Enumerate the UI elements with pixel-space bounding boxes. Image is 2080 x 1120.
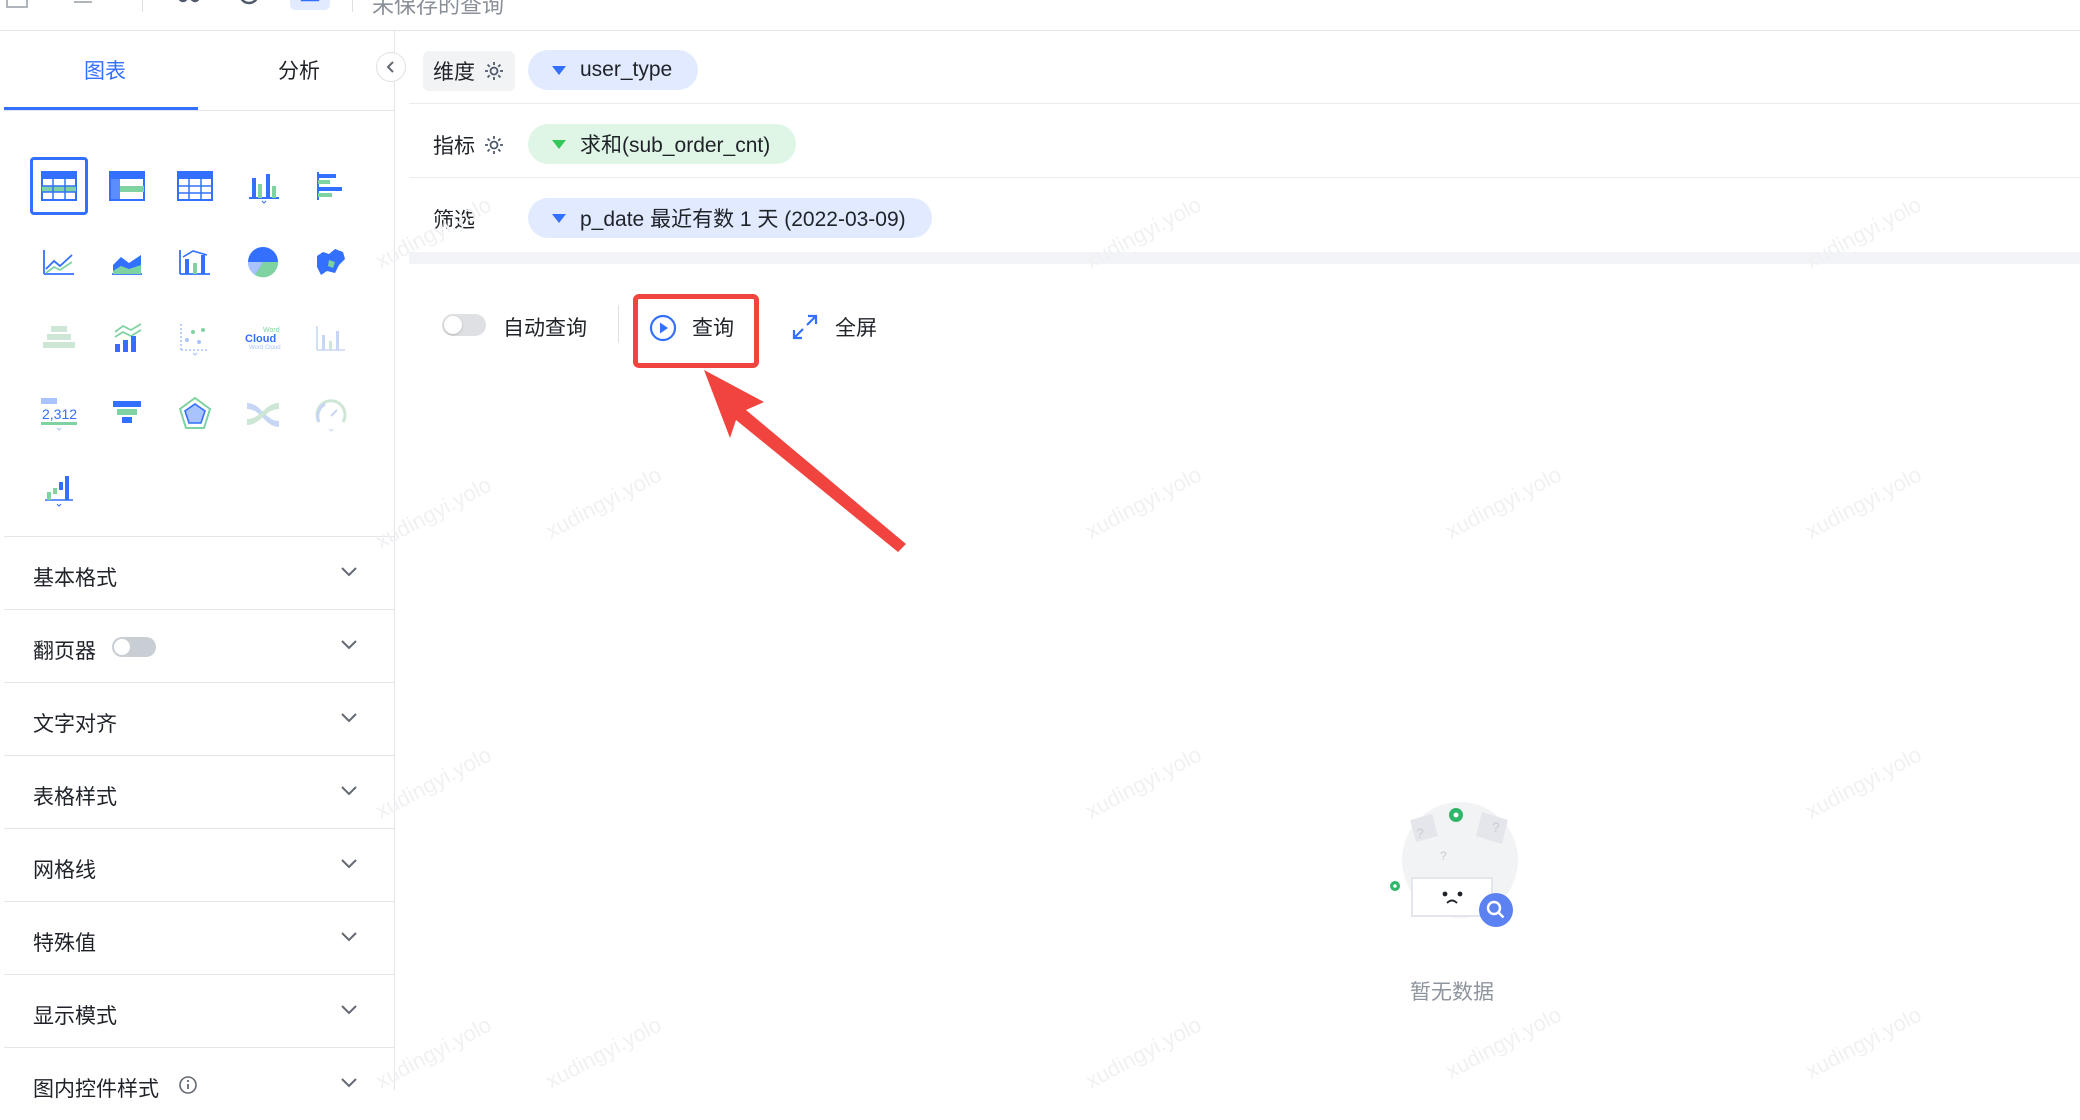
chevron-down-icon	[341, 640, 357, 650]
toolbar-divider	[352, 0, 353, 12]
chevron-left-icon	[386, 61, 394, 73]
annotation-arrow	[704, 370, 906, 552]
chevron-down-icon	[341, 1078, 357, 1088]
svg-text:Cloud: Cloud	[245, 333, 276, 345]
section-text-align[interactable]: 文字对齐	[4, 682, 394, 755]
dimension-field-pill[interactable]: user_type	[528, 50, 699, 90]
table-chart-icon[interactable]	[30, 157, 88, 215]
section-basic-format[interactable]: 基本格式	[4, 536, 394, 609]
info-icon[interactable]	[178, 1075, 198, 1095]
top-toolbar: 未保存的查询	[0, 0, 2080, 31]
stacked-chart-icon[interactable]	[30, 309, 88, 367]
section-label: 文字对齐	[33, 713, 117, 736]
section-label: 网格线	[33, 859, 96, 882]
section-display-mode[interactable]: 显示模式	[4, 974, 394, 1047]
fullscreen-button[interactable]: 全屏	[835, 312, 877, 342]
empty-state-illustration: ? ? ?	[1390, 802, 1518, 927]
left-panel: 图表 分析 Word Cloud Word Cloud 2,312 基本格式 翻…	[0, 31, 395, 1101]
pivot-table-icon[interactable]	[98, 157, 156, 215]
metric-field-value: 求和(sub_order_cnt)	[580, 134, 771, 157]
bar-chart-icon[interactable]	[302, 157, 360, 215]
section-label: 翻页器	[33, 640, 96, 663]
section-widget-style[interactable]: 图内控件样式	[4, 1047, 394, 1120]
dimension-field-value: user_type	[580, 58, 673, 81]
gear-icon[interactable]	[483, 134, 505, 156]
section-label: 特殊值	[33, 932, 96, 955]
pie-chart-icon[interactable]	[234, 233, 292, 291]
code-icon	[300, 0, 320, 2]
query-toolbar: 自动查询 查询 全屏	[409, 291, 2080, 368]
query-title[interactable]: 未保存的查询	[372, 0, 504, 20]
metric-field-pill[interactable]: 求和(sub_order_cnt)	[528, 124, 797, 164]
pager-toggle[interactable]	[112, 637, 156, 657]
section-pager[interactable]: 翻页器	[4, 609, 394, 682]
dimension-label-text: 维度	[433, 61, 475, 84]
line-column-chart-icon[interactable]	[98, 309, 156, 367]
empty-state-text: 暂无数据	[1410, 981, 1494, 1004]
area-chart-icon[interactable]	[98, 233, 156, 291]
query-config-area: 维度 user_type 指标 求和(sub_order_cnt) 筛选 p_d…	[409, 31, 2080, 1090]
word-cloud-icon[interactable]: Word Cloud Word Cloud	[234, 309, 292, 367]
info-circle-icon[interactable]	[236, 0, 262, 12]
toolbar-divider	[142, 0, 143, 12]
chevron-down-icon	[341, 567, 357, 577]
gear-icon[interactable]	[483, 60, 505, 82]
section-grid-lines[interactable]: 网格线	[4, 828, 394, 901]
radar-chart-icon[interactable]	[166, 385, 224, 443]
tab-analysis[interactable]: 分析	[204, 55, 394, 85]
svg-text:2,312: 2,312	[42, 406, 77, 422]
svg-text:Word Cloud: Word Cloud	[249, 345, 281, 351]
export-icon[interactable]	[4, 0, 30, 12]
metric-label[interactable]: 指标	[423, 125, 515, 165]
detail-table-icon[interactable]	[166, 157, 224, 215]
waterfall-chart-icon[interactable]	[30, 461, 88, 519]
section-table-style[interactable]: 表格样式	[4, 755, 394, 828]
query-button[interactable]: 查询	[692, 312, 734, 342]
auto-query-toggle[interactable]	[442, 314, 486, 336]
map-chart-icon[interactable]	[302, 233, 360, 291]
link-icon[interactable]	[176, 0, 202, 12]
histogram-chart-icon[interactable]	[302, 309, 360, 367]
line-chart-icon[interactable]	[30, 233, 88, 291]
play-icon[interactable]	[649, 314, 677, 342]
caret-down-icon	[552, 65, 566, 75]
caret-down-icon	[552, 213, 566, 223]
code-view-button[interactable]	[290, 0, 330, 10]
svg-text:?: ?	[1492, 819, 1500, 835]
active-tab-indicator	[4, 107, 198, 110]
toolbar-divider	[618, 305, 619, 343]
section-label: 显示模式	[33, 1005, 117, 1028]
metric-row: 指标 求和(sub_order_cnt)	[409, 105, 2080, 178]
section-special-values[interactable]: 特殊值	[4, 901, 394, 974]
section-label: 图内控件样式	[33, 1078, 159, 1101]
svg-text:?: ?	[1416, 825, 1424, 841]
chevron-down-icon	[341, 1005, 357, 1015]
column-chart-icon[interactable]	[234, 157, 292, 215]
scatter-chart-icon[interactable]	[166, 309, 224, 367]
tab-chart[interactable]: 图表	[10, 55, 200, 85]
gauge-chart-icon[interactable]	[302, 385, 360, 443]
svg-text:?: ?	[1440, 849, 1447, 863]
funnel-chart-icon[interactable]	[98, 385, 156, 443]
auto-query-label: 自动查询	[503, 317, 587, 340]
filter-field-pill[interactable]: p_date 最近有数 1 天 (2022-03-09)	[528, 198, 932, 238]
metric-label-text: 指标	[433, 135, 475, 158]
combo-chart-icon[interactable]	[166, 233, 224, 291]
filter-field-value: p_date 最近有数 1 天 (2022-03-09)	[580, 208, 906, 231]
chevron-down-icon	[341, 786, 357, 796]
section-label: 基本格式	[33, 567, 117, 590]
sankey-chart-icon[interactable]	[234, 385, 292, 443]
chevron-down-icon	[341, 932, 357, 942]
indicator-card-icon[interactable]: 2,312	[30, 385, 88, 443]
dimension-row: 维度 user_type	[409, 31, 2080, 104]
panel-tabs: 图表 分析	[4, 31, 394, 111]
dimension-label[interactable]: 维度	[423, 51, 515, 91]
collapse-panel-button[interactable]	[376, 52, 406, 82]
section-label: 表格样式	[33, 786, 117, 809]
caret-down-icon	[552, 139, 566, 149]
chevron-down-icon	[341, 713, 357, 723]
save-icon[interactable]	[70, 0, 96, 12]
fullscreen-icon[interactable]	[791, 313, 819, 341]
chevron-down-icon	[341, 859, 357, 869]
